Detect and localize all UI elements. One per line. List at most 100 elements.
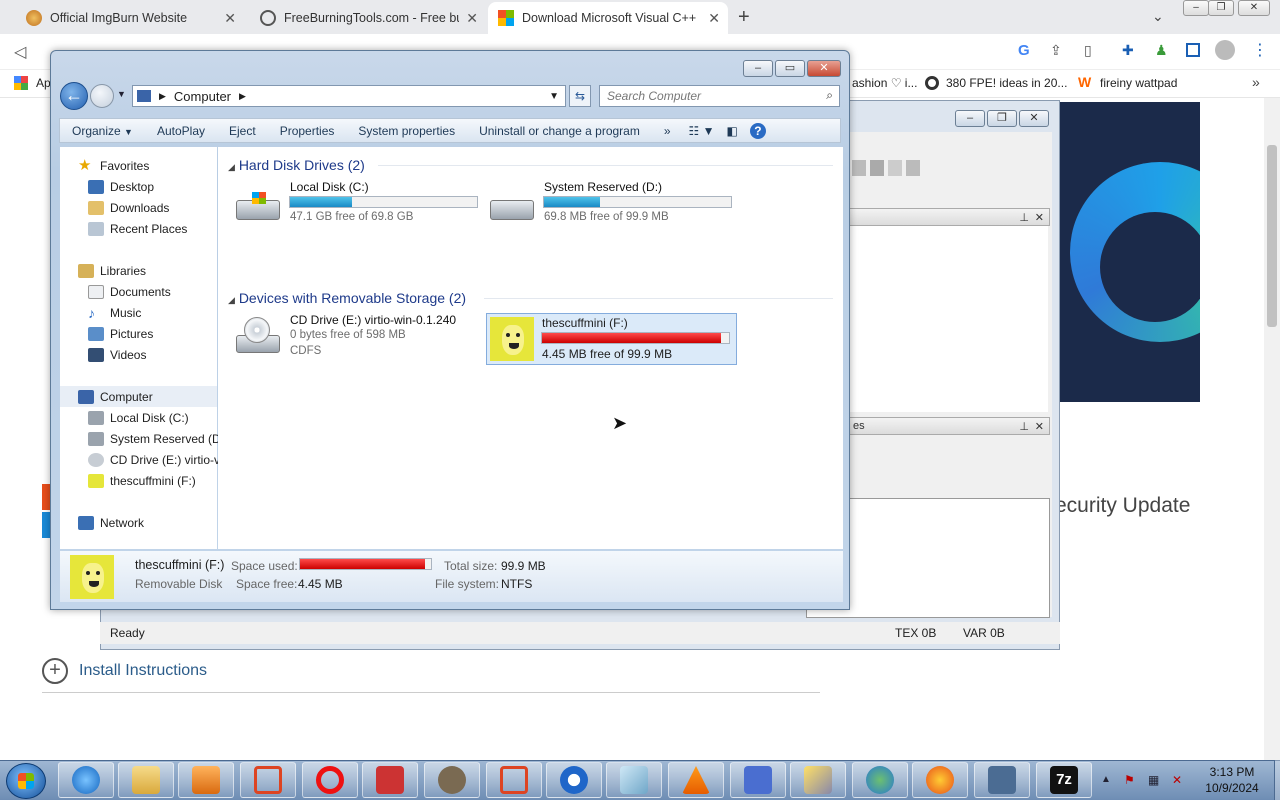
eject-button[interactable]: Eject (217, 124, 268, 138)
taskbar-network-manager[interactable] (974, 762, 1030, 798)
taskbar-explorer[interactable] (118, 762, 174, 798)
show-desktop-button[interactable] (1274, 760, 1280, 800)
taskbar-bird-app[interactable] (730, 762, 786, 798)
close-icon[interactable]: ✕ (1035, 420, 1044, 433)
menu-icon[interactable]: ⋮ (1252, 40, 1268, 60)
new-tab-icon[interactable]: + (738, 6, 750, 29)
toolbar-icon[interactable] (870, 160, 884, 176)
back-icon[interactable]: ◁ (14, 42, 26, 62)
group-hard-disk-drives[interactable]: ◢ Hard Disk Drives (2) (228, 157, 365, 173)
close-window-button[interactable]: ✕ (807, 60, 841, 77)
nav-documents[interactable]: Documents (88, 281, 171, 302)
tab-imgburn[interactable]: Official ImgBurn Website ✕ (16, 2, 244, 34)
close-icon[interactable]: ✕ (1035, 211, 1044, 224)
help-icon[interactable]: ? (744, 122, 772, 139)
profile-extension-icon[interactable]: ♟ (1155, 42, 1168, 59)
nav-network[interactable]: Network (78, 512, 144, 533)
chevron-down-icon[interactable]: ⌄ (1152, 8, 1164, 25)
chevron-right-icon[interactable]: ▶ (239, 91, 246, 102)
more-bookmarks-icon[interactable]: » (1252, 74, 1260, 90)
nav-computer[interactable]: Computer (60, 386, 217, 407)
google-icon[interactable]: G (1018, 42, 1030, 59)
breadcrumb-computer[interactable]: Computer (174, 89, 231, 104)
taskbar-users[interactable] (852, 762, 908, 798)
taskbar-cube[interactable] (606, 762, 662, 798)
properties-button[interactable]: Properties (268, 124, 347, 138)
taskbar-opera[interactable] (302, 762, 358, 798)
chevron-right-icon[interactable]: ▶ (159, 91, 166, 102)
nav-videos[interactable]: Videos (88, 344, 146, 365)
minimize-button[interactable]: – (743, 60, 773, 77)
drive-thescuffmini-f[interactable]: thescuffmini (F:) 4.45 MB free of 99.9 M… (486, 313, 737, 365)
nav-pictures[interactable]: Pictures (88, 323, 153, 344)
system-properties-button[interactable]: System properties (346, 124, 467, 138)
taskbar-roblox-studio[interactable] (240, 762, 296, 798)
recent-pages-chevron-icon[interactable]: ▼ (117, 89, 126, 99)
bookmark-fashion[interactable]: ashion ♡ i... (852, 76, 917, 90)
close-window-button[interactable]: ✕ (1019, 110, 1049, 127)
volume-muted-icon[interactable]: ✕ (1172, 773, 1182, 787)
address-bar[interactable]: ▶ Computer ▶ ▼ (132, 85, 566, 107)
nav-libraries[interactable]: Libraries (78, 260, 146, 281)
search-icon[interactable]: ⌕ (826, 88, 833, 103)
bookmark-ideas[interactable]: 380 FPE! ideas in 20... (946, 76, 1067, 90)
toolbar-icon[interactable] (852, 160, 866, 176)
nav-thescuffmini-f[interactable]: thescuffmini (F:) (88, 470, 196, 491)
search-input[interactable]: Search Computer ⌕ (599, 85, 840, 107)
extensions-icon[interactable]: ✚ (1122, 42, 1134, 59)
tab-visual-cpp[interactable]: Download Microsoft Visual C++ ✕ (488, 2, 728, 34)
restore-button[interactable]: ❐ (1208, 0, 1234, 16)
bookmark-wattpad[interactable]: fireiny wattpad (1100, 76, 1177, 90)
install-instructions-expander[interactable]: + Install Instructions (42, 658, 207, 684)
restore-button[interactable]: ❐ (987, 110, 1017, 127)
address-dropdown-icon[interactable]: ▼ (549, 91, 559, 102)
share-icon[interactable]: ⇪ (1050, 42, 1062, 59)
clock[interactable]: 3:13 PM 10/9/2024 (1190, 764, 1274, 796)
pin-icon[interactable]: ⊥ (1019, 420, 1029, 433)
sidebar-icon[interactable] (1186, 43, 1200, 57)
close-icon[interactable]: ✕ (224, 10, 236, 27)
show-hidden-icons-icon[interactable]: ▲ (1101, 774, 1111, 785)
taskbar-chromium[interactable] (546, 762, 602, 798)
taskbar-7zip[interactable]: 7z (1036, 762, 1092, 798)
bookmark-apps[interactable]: Ap (36, 76, 51, 90)
nav-system-reserved-d[interactable]: System Reserved (D: (88, 428, 224, 449)
taskbar-ie[interactable] (58, 762, 114, 798)
drive-cd-e[interactable]: CD Drive (E:) virtio-win-0.1.240 0 bytes… (234, 263, 484, 357)
uninstall-program-button[interactable]: Uninstall or change a program (467, 124, 652, 138)
minimize-button[interactable]: – (955, 110, 985, 127)
pin-icon[interactable]: ⊥ (1019, 211, 1029, 224)
close-icon[interactable]: ✕ (708, 10, 720, 27)
taskbar-toolbox[interactable] (362, 762, 418, 798)
scrollbar-thumb[interactable] (1267, 145, 1277, 327)
start-button[interactable] (6, 763, 46, 799)
preview-pane-icon[interactable]: ◧ (721, 124, 744, 138)
taskbar-media-player[interactable] (178, 762, 234, 798)
drive-system-reserved-d[interactable]: System Reserved (D:) 69.8 MB free of 99.… (488, 180, 738, 232)
minimize-button[interactable]: – (1183, 0, 1209, 16)
avatar[interactable] (1215, 40, 1235, 60)
taskbar-roblox[interactable] (486, 762, 542, 798)
nav-local-disk-c[interactable]: Local Disk (C:) (88, 407, 189, 428)
nav-recent-places[interactable]: Recent Places (88, 218, 187, 239)
close-icon[interactable]: ✕ (466, 10, 478, 27)
nav-desktop[interactable]: Desktop (88, 176, 154, 197)
toolbar-icon[interactable] (888, 160, 902, 176)
tab-freeburningtools[interactable]: FreeBurningTools.com - Free bur ✕ (250, 2, 486, 34)
nav-cd-drive-e[interactable]: CD Drive (E:) virtio-v (88, 449, 220, 470)
apps-icon[interactable] (14, 76, 28, 90)
drive-local-disk-c[interactable]: Local Disk (C:) 47.1 GB free of 69.8 GB (234, 180, 484, 232)
action-center-icon[interactable]: ⚑ (1124, 773, 1135, 787)
change-view-icon[interactable]: ☷ ▼ (683, 124, 721, 138)
more-commands-icon[interactable]: » (652, 124, 683, 138)
taskbar-tool[interactable] (790, 762, 846, 798)
nav-favorites[interactable]: ★ Favorites (78, 155, 149, 176)
toolbar-icon[interactable] (906, 160, 920, 176)
autoplay-button[interactable]: AutoPlay (145, 124, 217, 138)
nav-music[interactable]: ♪ Music (88, 302, 141, 323)
nav-downloads[interactable]: Downloads (88, 197, 169, 218)
close-window-button[interactable]: ✕ (1238, 0, 1270, 16)
maximize-button[interactable]: ▭ (775, 60, 805, 77)
forward-button[interactable] (90, 84, 114, 108)
taskbar-gimp[interactable] (424, 762, 480, 798)
